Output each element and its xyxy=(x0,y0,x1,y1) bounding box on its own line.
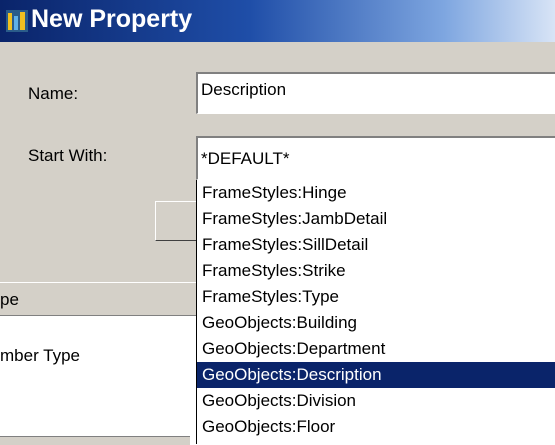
app-icon xyxy=(6,10,28,32)
option-item[interactable]: FrameStyles:SillDetail xyxy=(197,232,555,258)
window-title: New Property xyxy=(31,5,193,33)
option-item[interactable]: GeoObjects:Description xyxy=(197,362,555,388)
title-bar[interactable]: New Property xyxy=(0,0,555,42)
list-row-label: mber Type xyxy=(0,346,81,365)
option-item[interactable]: GeoObjects:Division xyxy=(197,388,555,414)
name-input[interactable]: Description xyxy=(196,72,555,114)
option-item[interactable]: GeoObjects:Building xyxy=(197,310,555,336)
start-with-label: Start With: xyxy=(28,146,108,165)
option-item[interactable]: FrameStyles:Strike xyxy=(197,258,555,284)
start-with-dropdown[interactable]: *DEFAULT* xyxy=(196,136,555,180)
option-item[interactable]: FrameStyles:JambDetail xyxy=(197,206,555,232)
column-header-label: pe xyxy=(0,290,19,309)
option-item[interactable]: GeoObjects:Department xyxy=(197,336,555,362)
start-with-options-list[interactable]: FrameStyles:Hinge FrameStyles:JambDetail F… xyxy=(196,180,555,444)
name-label: Name: xyxy=(28,84,79,103)
option-item[interactable]: GeoObjects:Floor xyxy=(197,414,555,440)
option-item[interactable]: FrameStyles:Hinge xyxy=(197,180,555,206)
option-item[interactable]: FrameStyles:Type xyxy=(197,284,555,310)
